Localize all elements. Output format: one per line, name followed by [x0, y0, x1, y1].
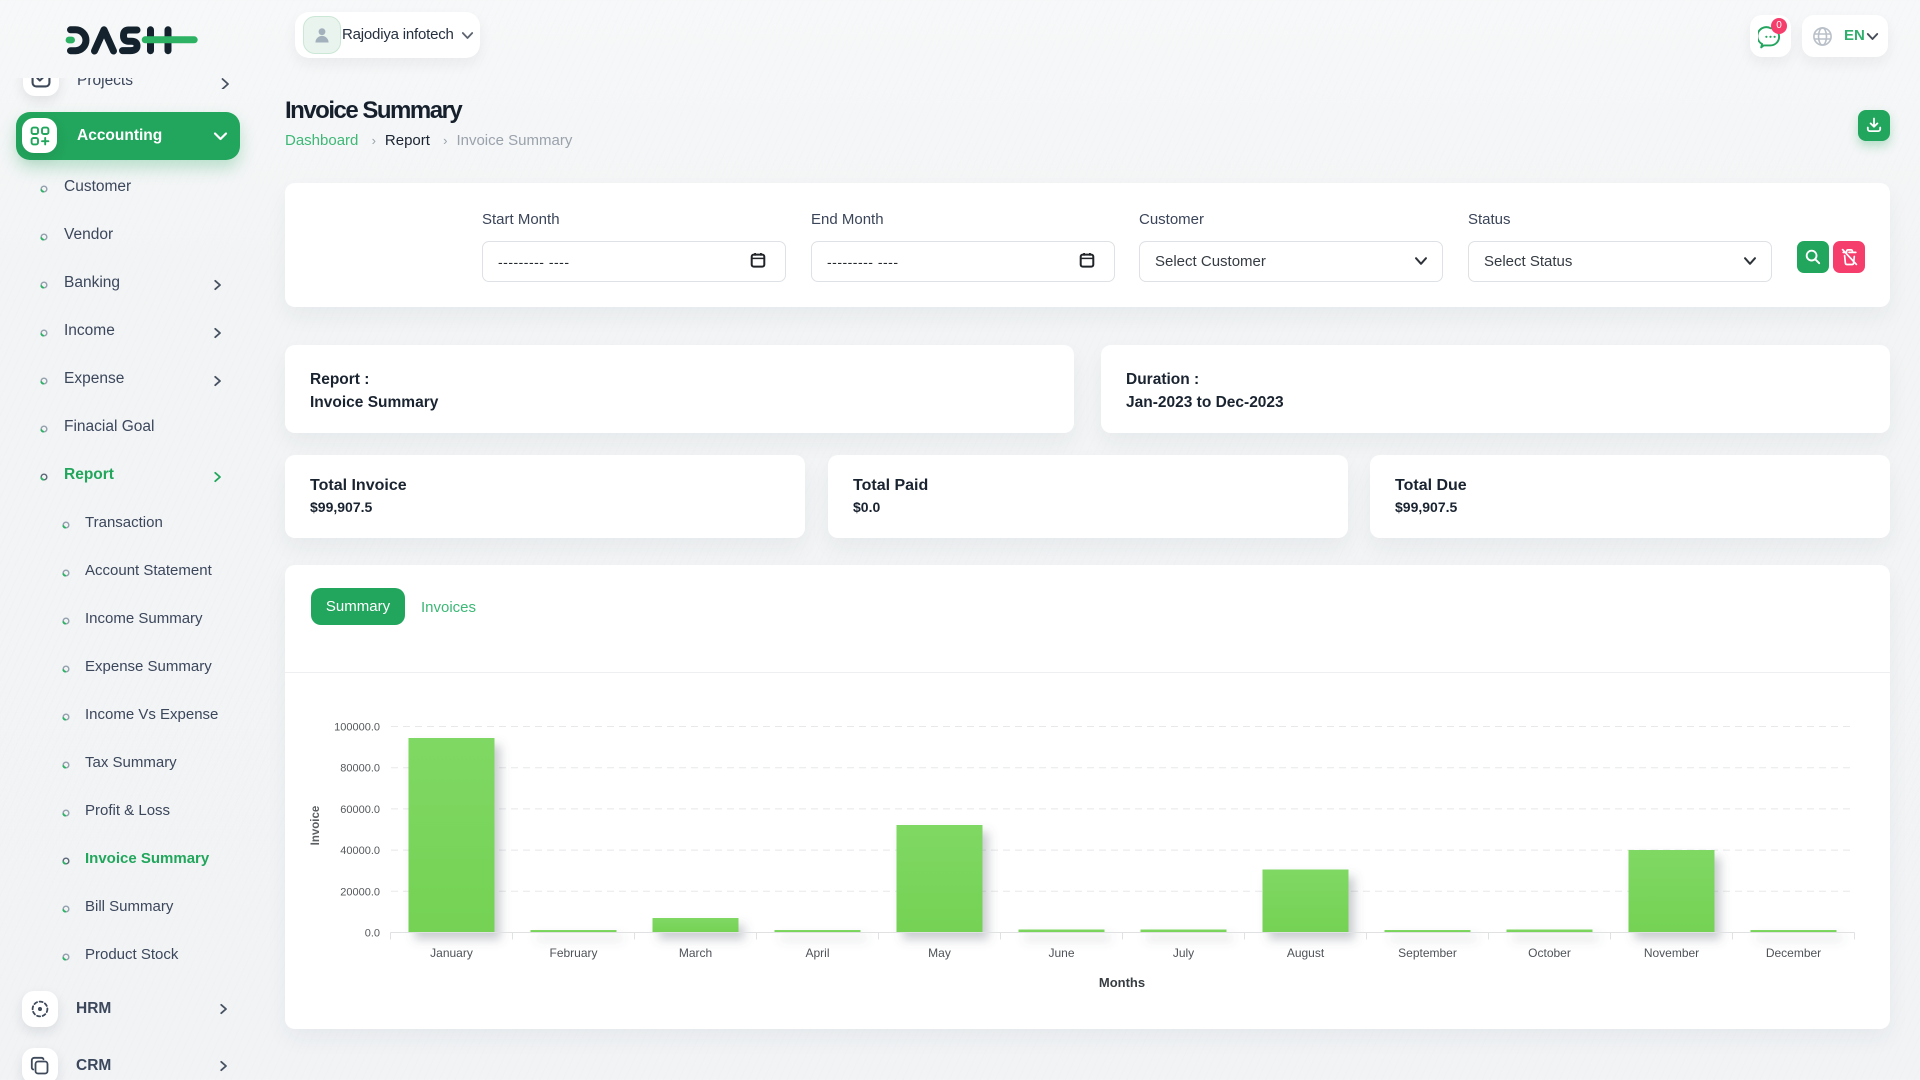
svg-text:November: November	[1644, 946, 1699, 960]
svg-text:100000.0: 100000.0	[334, 722, 380, 734]
svg-text:80000.0: 80000.0	[340, 763, 380, 775]
svg-text:July: July	[1173, 946, 1194, 960]
svg-text:December: December	[1766, 946, 1821, 960]
svg-text:Months: Months	[1099, 975, 1145, 990]
svg-text:Invoice: Invoice	[310, 806, 322, 846]
svg-text:October: October	[1528, 946, 1571, 960]
svg-text:60000.0: 60000.0	[340, 804, 380, 816]
svg-text:May: May	[928, 946, 951, 960]
svg-text:January: January	[430, 946, 473, 960]
svg-text:June: June	[1048, 946, 1074, 960]
svg-text:August: August	[1287, 946, 1325, 960]
svg-text:20000.0: 20000.0	[340, 886, 380, 898]
svg-text:February: February	[549, 946, 597, 960]
svg-text:April: April	[805, 946, 829, 960]
svg-text:March: March	[679, 946, 712, 960]
svg-text:September: September	[1398, 946, 1457, 960]
svg-text:0.0: 0.0	[365, 928, 380, 940]
svg-text:40000.0: 40000.0	[340, 845, 380, 857]
